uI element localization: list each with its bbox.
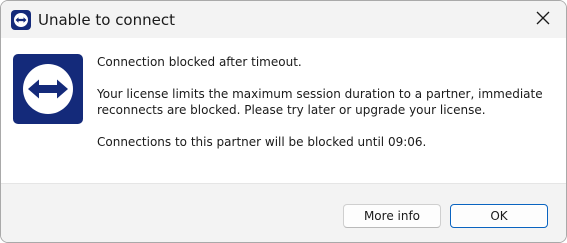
- ok-button[interactable]: OK: [450, 204, 548, 228]
- close-button[interactable]: [520, 1, 566, 38]
- button-bar: More info OK: [1, 183, 566, 242]
- dialog-content: Connection blocked after timeout. Your l…: [1, 38, 566, 183]
- teamviewer-logo-icon: [11, 10, 31, 30]
- title-bar: Unable to connect: [1, 1, 566, 38]
- message-line-2: Your license limits the maximum session …: [97, 87, 543, 117]
- window-title: Unable to connect: [38, 11, 175, 29]
- teamviewer-large-logo-icon: [13, 54, 83, 124]
- close-icon: [536, 10, 550, 29]
- dialog-window: Unable to connect Connection blocked aft…: [0, 0, 567, 243]
- message-line-3: Connections to this partner will be bloc…: [97, 135, 427, 149]
- more-info-button[interactable]: More info: [343, 204, 441, 228]
- message-line-1: Connection blocked after timeout.: [97, 55, 302, 69]
